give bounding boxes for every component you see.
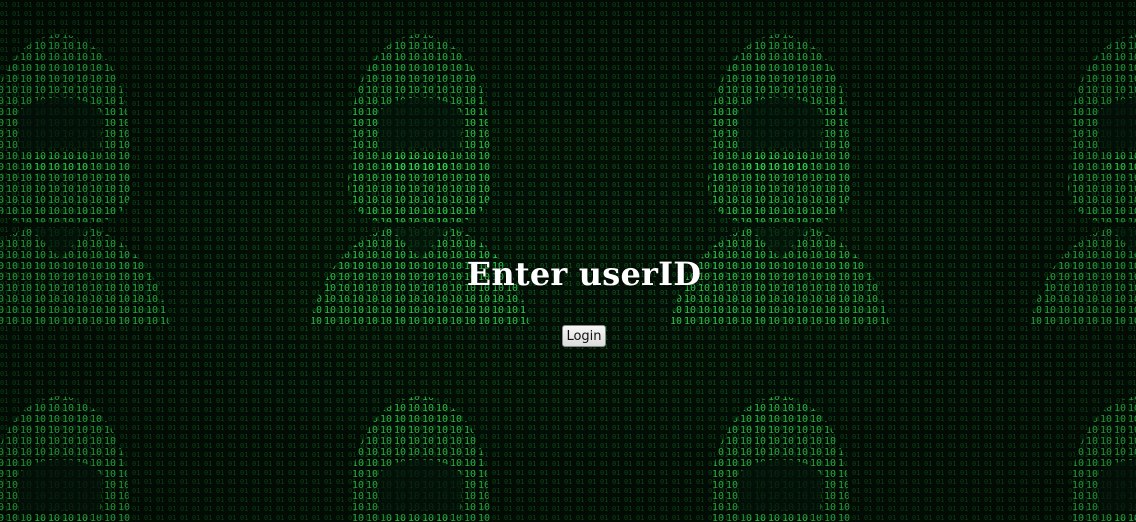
page-title: Enter userID [466, 255, 702, 293]
login-button[interactable]: Login [562, 325, 606, 347]
page: 01 10 [0, 0, 1136, 522]
